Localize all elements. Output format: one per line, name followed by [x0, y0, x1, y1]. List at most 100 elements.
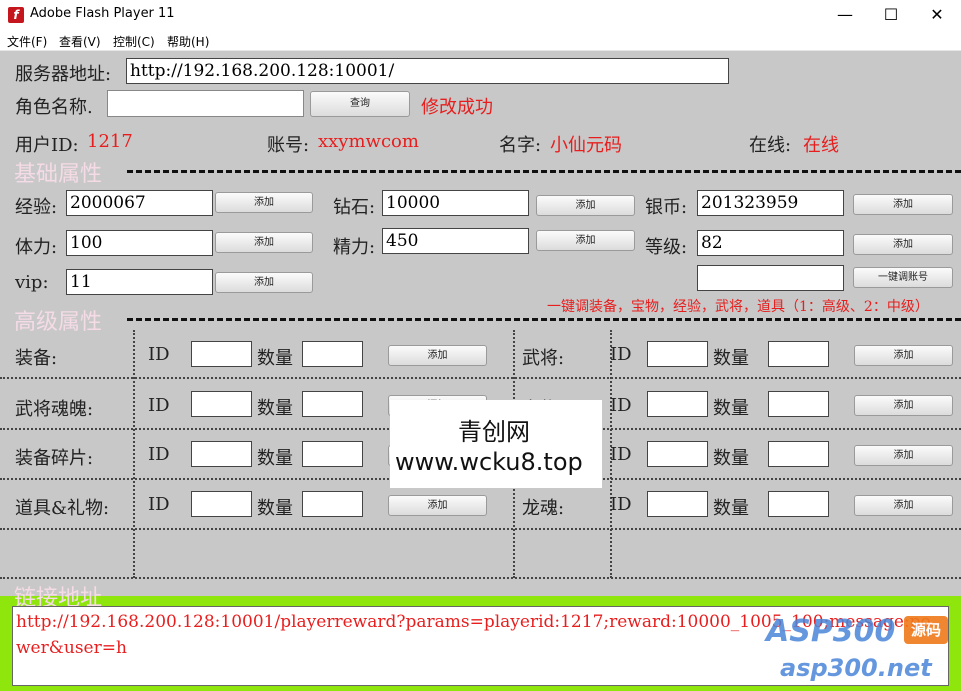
- silver-label: 银币:: [645, 197, 688, 218]
- online-value: 在线: [803, 135, 839, 156]
- qty-label: 数量: [713, 498, 749, 519]
- id-label: ID: [148, 395, 170, 416]
- id-label: ID: [610, 444, 632, 465]
- id-label: ID: [148, 344, 170, 365]
- treasure-add-button[interactable]: 添加: [854, 395, 953, 416]
- id-label: ID: [610, 395, 632, 416]
- dragon-id-input[interactable]: [647, 491, 708, 517]
- name-label: 名字:: [499, 135, 542, 156]
- maximize-button[interactable]: ☐: [868, 0, 914, 30]
- level-add-button[interactable]: 添加: [853, 234, 953, 255]
- qty-label: 数量: [257, 398, 293, 419]
- silver-add-button[interactable]: 添加: [853, 194, 953, 215]
- treasure-id-input[interactable]: [647, 391, 708, 417]
- stamina-input[interactable]: 100: [66, 230, 213, 256]
- advanced-section-title: 高级属性: [14, 310, 103, 335]
- id-label: ID: [610, 494, 632, 515]
- onekey-input[interactable]: [697, 265, 844, 291]
- stamina-label: 体力:: [15, 237, 58, 258]
- fragment-qty-input[interactable]: [302, 441, 363, 467]
- row3-add-button[interactable]: 添加: [854, 445, 953, 466]
- grid-line: [0, 577, 961, 579]
- item-qty-input[interactable]: [302, 491, 363, 517]
- row3-qty-input[interactable]: [768, 441, 829, 467]
- user-id-value: 1217: [87, 131, 133, 152]
- energy-input[interactable]: 450: [382, 228, 529, 254]
- diamond-input[interactable]: 10000: [382, 190, 529, 216]
- row3-id-input[interactable]: [647, 441, 708, 467]
- id-label: ID: [148, 444, 170, 465]
- equip-add-button[interactable]: 添加: [388, 345, 487, 366]
- item-id-input[interactable]: [191, 491, 252, 517]
- watermark-title: 青创网: [458, 418, 530, 446]
- dragon-add-button[interactable]: 添加: [854, 495, 953, 516]
- server-input[interactable]: http://192.168.200.128:10001/: [126, 58, 729, 84]
- energy-add-button[interactable]: 添加: [536, 230, 635, 251]
- status-message: 修改成功: [421, 97, 493, 118]
- close-button[interactable]: ✕: [914, 0, 960, 30]
- general-id-input[interactable]: [647, 341, 708, 367]
- minimize-button[interactable]: —: [822, 0, 868, 30]
- menu-help[interactable]: 帮助(H): [167, 33, 209, 50]
- diamond-add-button[interactable]: 添加: [536, 195, 635, 216]
- item-gift-label: 道具&礼物:: [15, 498, 110, 519]
- asp300-badge: 源码: [904, 616, 948, 644]
- query-button[interactable]: 查询: [310, 91, 410, 117]
- energy-label: 精力:: [333, 237, 376, 258]
- qty-label: 数量: [713, 448, 749, 469]
- flash-icon: f: [8, 7, 24, 23]
- asp300-url: asp300.net: [780, 654, 932, 682]
- online-label: 在线:: [749, 135, 792, 156]
- menu-file[interactable]: 文件(F): [7, 33, 47, 50]
- watermark-url: www.wcku8.top: [395, 448, 583, 476]
- stamina-add-button[interactable]: 添加: [215, 232, 313, 253]
- soul-label: 武将魂魄:: [15, 399, 94, 420]
- exp-input[interactable]: 2000067: [66, 190, 213, 216]
- silver-input[interactable]: 201323959: [697, 190, 844, 216]
- account-label: 账号:: [267, 135, 310, 156]
- id-label: ID: [610, 344, 632, 365]
- qty-label: 数量: [257, 348, 293, 369]
- grid-line: [0, 377, 961, 379]
- vip-input[interactable]: 11: [66, 269, 213, 295]
- basic-divider: [127, 170, 961, 173]
- vip-add-button[interactable]: 添加: [215, 272, 313, 293]
- onekey-account-button[interactable]: 一键调账号: [853, 267, 953, 288]
- window-title: Adobe Flash Player 11: [30, 6, 175, 21]
- general-add-button[interactable]: 添加: [854, 345, 953, 366]
- dragon-qty-input[interactable]: [768, 491, 829, 517]
- item-add-button[interactable]: 添加: [388, 495, 487, 516]
- account-value: xxymwcom: [318, 131, 419, 152]
- advanced-divider: [127, 318, 961, 321]
- role-input[interactable]: [107, 90, 304, 117]
- id-label: ID: [148, 494, 170, 515]
- exp-add-button[interactable]: 添加: [215, 192, 313, 213]
- user-id-label: 用户ID:: [15, 135, 79, 156]
- diamond-label: 钻石:: [333, 197, 376, 218]
- equip-id-input[interactable]: [191, 341, 252, 367]
- qty-label: 数量: [257, 448, 293, 469]
- menu-control[interactable]: 控制(C): [113, 33, 155, 50]
- dragon-soul-label: 龙魂:: [522, 498, 565, 519]
- equip-qty-input[interactable]: [302, 341, 363, 367]
- menu-view[interactable]: 查看(V): [59, 33, 101, 50]
- role-label: 角色名称.: [15, 97, 93, 118]
- soul-qty-input[interactable]: [302, 391, 363, 417]
- grid-line: [133, 330, 135, 578]
- fragment-id-input[interactable]: [191, 441, 252, 467]
- server-label: 服务器地址:: [15, 64, 112, 85]
- equip-label: 装备:: [15, 348, 58, 369]
- treasure-qty-input[interactable]: [768, 391, 829, 417]
- level-input[interactable]: 82: [697, 230, 844, 256]
- qty-label: 数量: [713, 398, 749, 419]
- qty-label: 数量: [713, 348, 749, 369]
- onekey-note: 一键调装备，宝物，经验，武将，道具（1：高级、2：中级）: [547, 299, 929, 315]
- basic-section-title: 基础属性: [14, 162, 103, 187]
- qty-label: 数量: [257, 498, 293, 519]
- general-qty-input[interactable]: [768, 341, 829, 367]
- name-value: 小仙元码: [550, 135, 622, 156]
- fragment-label: 装备碎片:: [15, 448, 94, 469]
- grid-line: [0, 528, 961, 530]
- soul-id-input[interactable]: [191, 391, 252, 417]
- exp-label: 经验:: [15, 197, 58, 218]
